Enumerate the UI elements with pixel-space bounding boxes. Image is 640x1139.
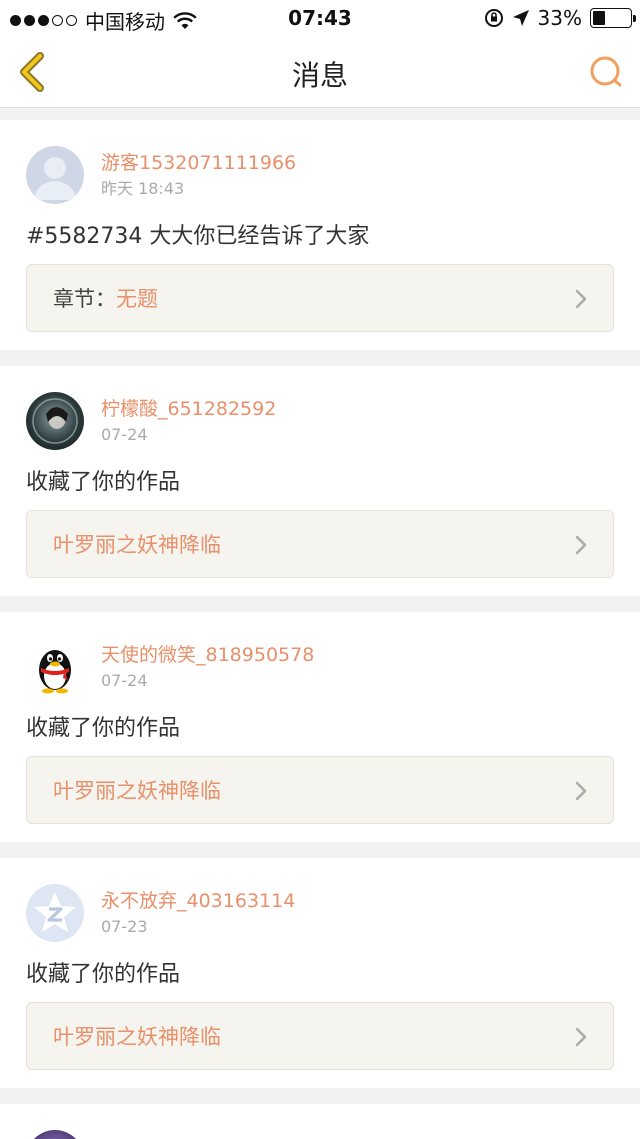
work-title: 叶罗丽之妖神降临 — [53, 1025, 221, 1049]
avatar[interactable] — [26, 884, 84, 942]
message-meta: 天使的微笑_818950578 07-24 — [101, 642, 314, 692]
message-header: 柠檬酸_651282592 07-24 — [26, 390, 614, 452]
message-content: #5582734 大大你已经告诉了大家 — [26, 224, 370, 249]
nav-bar: 消息 — [0, 36, 640, 108]
message-card: 永不放弃_403163114 07-23 收藏了你的作品 叶罗丽之妖神降临 — [0, 858, 640, 1088]
username[interactable]: 天使的微笑_818950578 — [101, 642, 314, 668]
message-header: 天使的微笑_818950578 07-24 — [26, 636, 614, 698]
message-meta: 永不放弃_403163114 07-23 — [101, 888, 295, 938]
page-title: 消息 — [291, 59, 348, 92]
chevron-left-icon — [20, 52, 44, 92]
back-button[interactable] — [14, 50, 54, 94]
chapter-link[interactable]: 章节： 无题 — [26, 264, 614, 332]
battery-percent: 33% — [537, 6, 582, 30]
status-bar: 中国移动 07:43 33% — [0, 0, 640, 36]
rotation-lock-icon — [484, 9, 503, 27]
battery-fill — [593, 11, 605, 25]
battery-icon — [590, 8, 636, 28]
chevron-right-icon — [575, 289, 587, 309]
message-content: 收藏了你的作品 — [26, 470, 181, 495]
avatar[interactable] — [26, 392, 84, 450]
message-meta: 游客1532071111966 昨天 18:43 — [101, 150, 296, 200]
message-card-partial — [0, 1104, 640, 1139]
message-card: 天使的微笑_818950578 07-24 收藏了你的作品 叶罗丽之妖神降临 — [0, 612, 640, 842]
avatar[interactable] — [26, 146, 84, 204]
chapter-label: 章节： — [53, 287, 116, 311]
status-right: 33% — [484, 6, 636, 30]
message-content: 收藏了你的作品 — [26, 716, 181, 741]
location-arrow-icon — [512, 10, 529, 26]
work-link[interactable]: 叶罗丽之妖神降临 — [26, 756, 614, 824]
work-title: 叶罗丽之妖神降临 — [53, 533, 221, 557]
message-card: 游客1532071111966 昨天 18:43 #5582734 大大你已经告… — [0, 120, 640, 350]
qzone-star-icon — [34, 892, 76, 932]
message-header: 游客1532071111966 昨天 18:43 — [26, 144, 614, 206]
chevron-right-icon — [575, 781, 587, 801]
qq-penguin-icon — [39, 650, 71, 694]
message-time: 07-24 — [101, 425, 148, 444]
chevron-right-icon — [575, 1027, 587, 1047]
message-content: 收藏了你的作品 — [26, 962, 181, 987]
username[interactable]: 游客1532071111966 — [101, 150, 296, 176]
search-icon — [590, 56, 622, 87]
work-link[interactable]: 叶罗丽之妖神降临 — [26, 1002, 614, 1070]
message-time: 07-24 — [101, 671, 148, 690]
message-card: 柠檬酸_651282592 07-24 收藏了你的作品 叶罗丽之妖神降临 — [0, 366, 640, 596]
username[interactable]: 柠檬酸_651282592 — [101, 396, 276, 422]
work-title: 叶罗丽之妖神降临 — [53, 779, 221, 803]
work-link[interactable]: 叶罗丽之妖神降临 — [26, 510, 614, 578]
avatar[interactable] — [26, 638, 84, 696]
message-header: 永不放弃_403163114 07-23 — [26, 882, 614, 944]
message-list: 游客1532071111966 昨天 18:43 #5582734 大大你已经告… — [0, 120, 640, 1139]
chapter-title: 无题 — [116, 287, 158, 311]
message-time: 07-23 — [101, 917, 148, 936]
username[interactable]: 永不放弃_403163114 — [101, 888, 295, 914]
default-user-icon — [34, 157, 76, 200]
message-time: 昨天 18:43 — [101, 179, 185, 198]
search-button[interactable] — [586, 52, 626, 92]
photo-avatar-icon — [32, 398, 78, 444]
message-meta: 柠檬酸_651282592 07-24 — [101, 396, 276, 446]
chevron-right-icon — [575, 535, 587, 555]
